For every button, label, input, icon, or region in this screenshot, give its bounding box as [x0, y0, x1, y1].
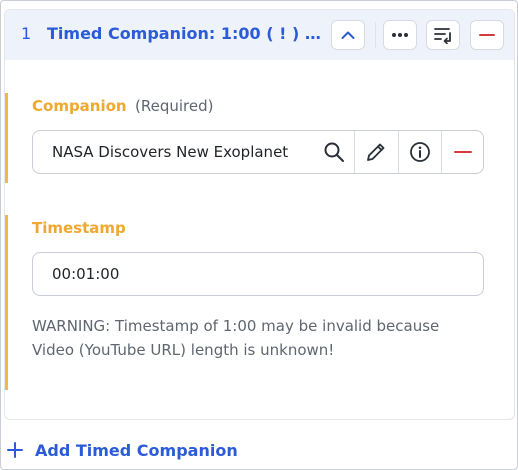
section-accent-bar [5, 93, 8, 183]
reorder-button[interactable] [426, 20, 460, 50]
remove-companion-button[interactable] [470, 20, 504, 50]
header-divider [375, 22, 376, 48]
add-timed-companion-button[interactable]: Add Timed Companion [7, 437, 238, 463]
timestamp-warning: WARNING: Timestamp of 1:00 may be invali… [32, 317, 440, 359]
more-dots-icon [392, 33, 408, 37]
timestamp-input[interactable] [32, 252, 484, 296]
reorder-list-icon [434, 28, 451, 44]
timed-companion-card: 1 Timed Companion: 1:00 ( ! ) - NASA Dis… [4, 9, 515, 420]
search-companion-button[interactable] [313, 131, 355, 173]
collapse-button[interactable] [331, 20, 365, 50]
timed-companion-panel: 1 Timed Companion: 1:00 ( ! ) - NASA Dis… [0, 0, 518, 470]
required-hint: (Required) [135, 97, 214, 115]
clear-companion-button[interactable] [442, 131, 484, 173]
companion-title[interactable]: Timed Companion: 1:00 ( ! ) - NASA Disco… [47, 24, 325, 43]
companion-field[interactable]: NASA Discovers New Exoplanet [32, 130, 484, 174]
companion-label: Companion [32, 97, 127, 115]
info-icon [410, 142, 430, 162]
search-icon [324, 142, 344, 162]
chevron-up-icon [341, 31, 355, 39]
timestamp-section [5, 215, 514, 390]
add-timed-companion-label: Add Timed Companion [35, 440, 238, 460]
companion-index: 1 [21, 24, 32, 43]
minus-icon [454, 151, 472, 153]
plus-icon [7, 442, 23, 458]
timestamp-label: Timestamp [32, 219, 126, 237]
card-header[interactable]: 1 Timed Companion: 1:00 ( ! ) - NASA Dis… [5, 10, 514, 60]
more-options-button[interactable] [383, 20, 417, 50]
minus-icon [479, 34, 495, 36]
section-accent-bar [5, 215, 8, 390]
pencil-icon [367, 143, 385, 161]
companion-info-button[interactable] [399, 131, 441, 173]
edit-companion-button[interactable] [355, 131, 397, 173]
companion-value[interactable]: NASA Discovers New Exoplanet [52, 143, 310, 161]
